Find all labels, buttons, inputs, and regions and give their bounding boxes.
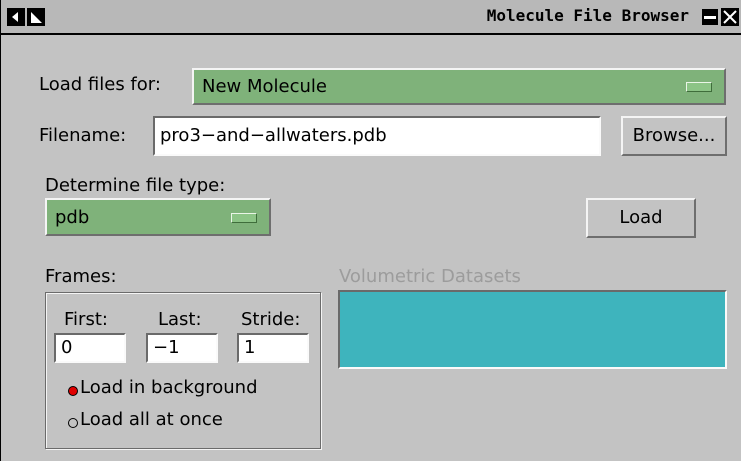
- file-type-label: Determine file type:: [45, 175, 226, 196]
- option-menu-indicator-icon: [231, 213, 257, 223]
- close-button[interactable]: [721, 8, 739, 26]
- frames-label: Frames:: [45, 266, 117, 287]
- triangle-left-icon: [8, 9, 24, 25]
- radio-selected-icon: [68, 386, 78, 396]
- option-menu-indicator-icon: [686, 82, 712, 92]
- title-bar: Molecule File Browser: [1, 0, 741, 35]
- volumetric-datasets-list[interactable]: [338, 290, 727, 369]
- frames-group: First: Last: Stride: 0 −1 1 Load in back…: [45, 292, 321, 449]
- first-label: First:: [64, 309, 108, 330]
- window-title: Molecule File Browser: [486, 6, 689, 25]
- stride-input[interactable]: 1: [237, 333, 309, 363]
- minimize-button[interactable]: [701, 8, 719, 26]
- triangle-corner-icon: [28, 9, 44, 25]
- window-menu-button[interactable]: [7, 8, 25, 26]
- file-type-value: pdb: [55, 207, 90, 228]
- filename-label: Filename:: [39, 125, 127, 146]
- window-shade-button[interactable]: [27, 8, 45, 26]
- radio-unselected-icon: [68, 418, 78, 428]
- load-files-for-menu[interactable]: New Molecule: [192, 68, 726, 105]
- load-files-for-value: New Molecule: [202, 76, 327, 97]
- stride-label: Stride:: [241, 309, 301, 330]
- load-all-at-once-label: Load all at once: [80, 409, 223, 430]
- minimize-icon: [702, 9, 718, 25]
- close-icon: [721, 8, 739, 26]
- load-files-for-label: Load files for:: [39, 74, 161, 95]
- load-button[interactable]: Load: [586, 198, 696, 238]
- file-type-menu[interactable]: pdb: [45, 198, 271, 236]
- last-frame-input[interactable]: −1: [146, 333, 218, 363]
- volumetric-datasets-label: Volumetric Datasets: [339, 266, 521, 287]
- last-label: Last:: [158, 309, 202, 330]
- molecule-file-browser-window: Molecule File Browser Load files for: Ne…: [0, 0, 741, 461]
- first-frame-input[interactable]: 0: [54, 333, 126, 363]
- load-in-background-label: Load in background: [80, 377, 258, 398]
- browse-button[interactable]: Browse...: [621, 116, 727, 156]
- filename-input[interactable]: pro3−and−allwaters.pdb: [153, 116, 601, 156]
